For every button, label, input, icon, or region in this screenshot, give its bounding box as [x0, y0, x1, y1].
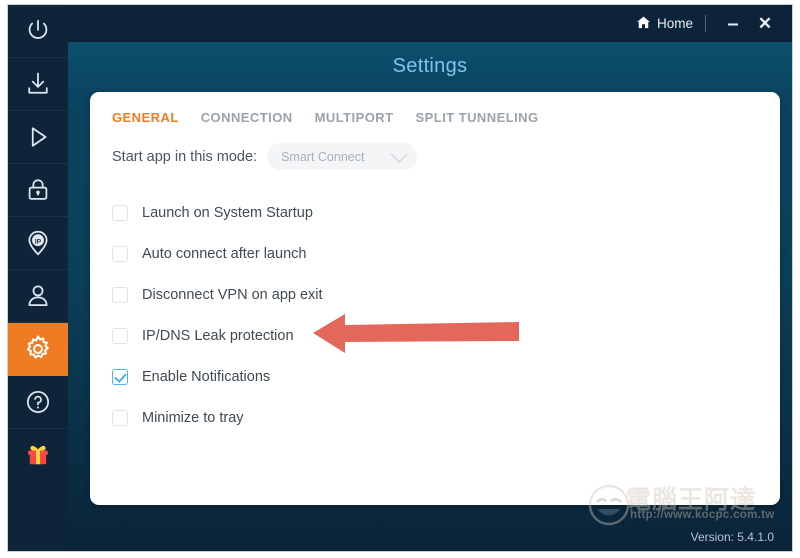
window-frame: IP Home – ✕ Settings GENERAL CONNECTION …	[8, 5, 792, 551]
sidebar-item-lock[interactable]	[8, 164, 68, 217]
start-mode-dropdown[interactable]: Smart Connect	[267, 143, 418, 170]
option-disconnect-vpn-on-app-exit[interactable]: Disconnect VPN on app exit	[112, 274, 780, 315]
option-label: Launch on System Startup	[142, 204, 313, 221]
svg-text:IP: IP	[35, 238, 42, 245]
sidebar-item-play[interactable]	[8, 111, 68, 164]
option-label: IP/DNS Leak protection	[142, 327, 294, 344]
power-icon	[24, 17, 52, 45]
vpn-settings-window: IP Home – ✕ Settings GENERAL CONNECTION …	[0, 0, 800, 558]
option-ip-dns-leak-protection[interactable]: IP/DNS Leak protection	[112, 315, 780, 356]
checkbox-launch-on-system-startup[interactable]	[112, 204, 128, 221]
gift-icon	[24, 441, 52, 469]
tab-split-tunneling[interactable]: SPLIT TUNNELING	[416, 110, 539, 127]
minimize-button[interactable]: –	[720, 14, 746, 34]
sidebar-item-account[interactable]	[8, 270, 68, 323]
user-icon	[24, 282, 52, 310]
option-label: Auto connect after launch	[142, 245, 307, 262]
play-icon	[24, 123, 52, 151]
checkbox-disconnect-vpn-on-app-exit[interactable]	[112, 286, 128, 303]
sidebar-item-power[interactable]	[8, 5, 68, 58]
sidebar-item-gift[interactable]	[8, 429, 68, 481]
sidebar-item-settings[interactable]	[8, 323, 68, 376]
option-enable-notifications[interactable]: Enable Notifications	[112, 356, 780, 397]
option-auto-connect-after-launch[interactable]: Auto connect after launch	[112, 233, 780, 274]
tab-connection[interactable]: CONNECTION	[201, 110, 293, 127]
home-button[interactable]: Home	[636, 15, 693, 33]
ip-pin-icon: IP	[24, 229, 52, 257]
lock-icon	[24, 176, 52, 204]
chevron-down-icon	[390, 145, 408, 163]
option-label: Minimize to tray	[142, 409, 244, 426]
start-mode-value: Smart Connect	[281, 149, 365, 164]
checkbox-ip-dns-leak-protection[interactable]	[112, 327, 128, 344]
checkbox-auto-connect-after-launch[interactable]	[112, 245, 128, 262]
options-list: Launch on System Startup Auto connect af…	[90, 170, 780, 438]
tab-multiport[interactable]: MULTIPORT	[315, 110, 394, 127]
tab-bar: GENERAL CONNECTION MULTIPORT SPLIT TUNNE…	[90, 92, 780, 127]
version-label: Version: 5.4.1.0	[690, 530, 774, 544]
sidebar-item-ip[interactable]: IP	[8, 217, 68, 270]
tab-general[interactable]: GENERAL	[112, 110, 179, 127]
question-circle-icon	[24, 388, 52, 416]
page-title: Settings	[392, 54, 468, 77]
sidebar-item-help[interactable]	[8, 376, 68, 429]
sidebar-item-download[interactable]	[8, 58, 68, 111]
start-mode-label: Start app in this mode:	[112, 148, 258, 165]
watermark-url: http://www.kocpc.com.tw	[630, 509, 775, 521]
home-icon	[636, 15, 651, 33]
watermark: 電腦王阿達 http://www.kocpc.com.tw	[586, 482, 786, 530]
option-label: Enable Notifications	[142, 368, 271, 385]
gear-icon	[23, 334, 53, 364]
option-launch-on-system-startup[interactable]: Launch on System Startup	[112, 192, 780, 233]
page-header: Settings	[68, 42, 792, 90]
checkbox-minimize-to-tray[interactable]	[112, 409, 128, 426]
title-bar: Home – ✕	[68, 5, 792, 42]
option-label: Disconnect VPN on app exit	[142, 286, 323, 303]
settings-card: GENERAL CONNECTION MULTIPORT SPLIT TUNNE…	[90, 92, 780, 505]
sidebar: IP	[8, 5, 69, 551]
checkbox-enable-notifications[interactable]	[112, 368, 128, 385]
home-label: Home	[656, 16, 693, 31]
close-button[interactable]: ✕	[752, 15, 778, 32]
titlebar-divider	[705, 15, 706, 32]
option-minimize-to-tray[interactable]: Minimize to tray	[112, 397, 780, 438]
download-icon	[24, 70, 52, 98]
start-mode-row: Start app in this mode: Smart Connect	[90, 127, 780, 170]
